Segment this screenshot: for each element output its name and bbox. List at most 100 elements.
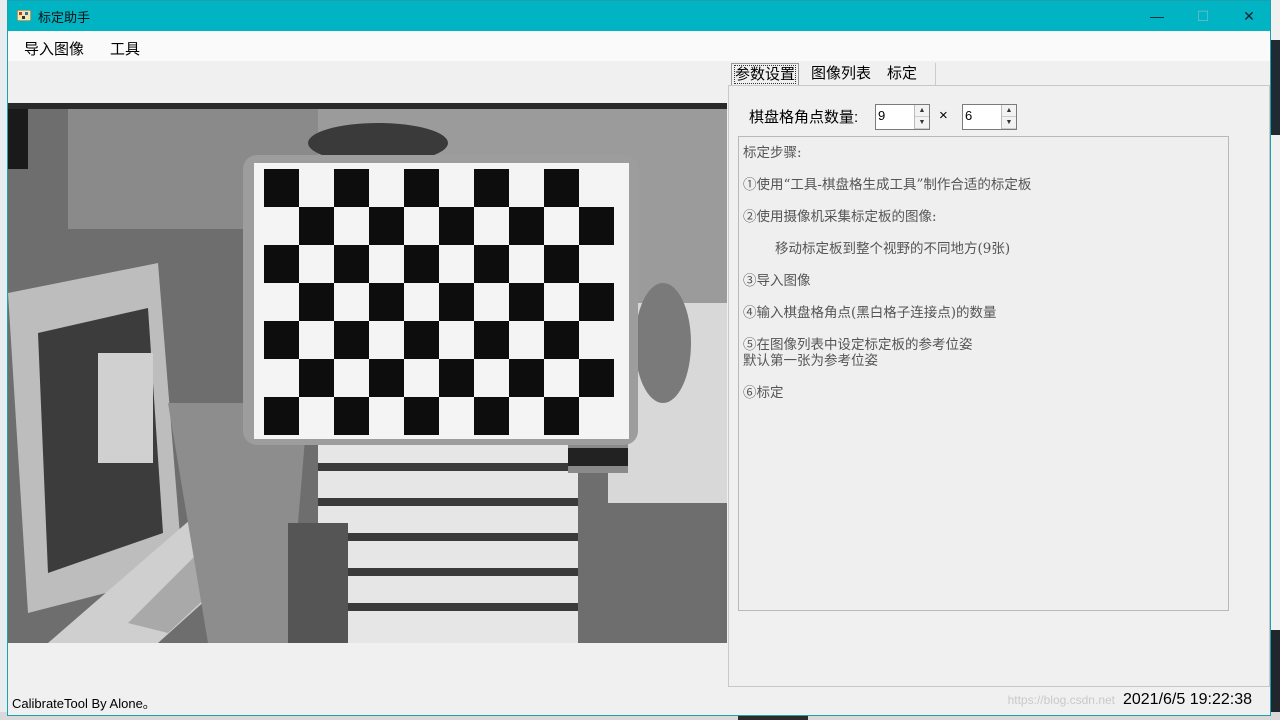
checker-square (264, 245, 299, 283)
tab-image-list[interactable]: 图像列表 (808, 63, 874, 85)
checker-square (404, 169, 439, 207)
checker-square (509, 283, 544, 321)
checker-square (299, 283, 334, 321)
checker-square (264, 207, 299, 245)
checker-square (474, 283, 509, 321)
checker-square (579, 283, 614, 321)
watermark: https://blog.csdn.net (1007, 693, 1115, 707)
tab-strip: 参数设置 图像列表 标定 (728, 63, 938, 85)
close-button[interactable]: ✕ (1226, 1, 1272, 31)
checker-square (334, 321, 369, 359)
step-2: ②使用摄像机采集标定板的图像: (743, 209, 937, 225)
spinner-arrows[interactable]: ▲ ▼ (914, 105, 929, 129)
title-bar[interactable]: 标定助手 — ☐ ✕ (8, 1, 1270, 31)
checker-square (474, 245, 509, 283)
checker-square (544, 207, 579, 245)
app-icon (17, 10, 31, 21)
image-viewer[interactable] (8, 103, 727, 643)
checker-square (264, 359, 299, 397)
checker-square (299, 169, 334, 207)
step-1: ①使用“工具-棋盘格生成工具”制作合适的标定板 (743, 177, 1032, 193)
minimize-button[interactable]: — (1134, 1, 1180, 31)
checker-square (474, 397, 509, 435)
desktop-right-edge (1271, 0, 1280, 720)
checker-square (404, 397, 439, 435)
checker-square (544, 359, 579, 397)
checker-square (439, 283, 474, 321)
step-3: ③导入图像 (743, 273, 811, 289)
checker-square (544, 397, 579, 435)
checker-square (404, 359, 439, 397)
checker-square (404, 283, 439, 321)
window-title: 标定助手 (38, 10, 91, 25)
maximize-button[interactable]: ☐ (1180, 1, 1226, 31)
right-panel: 参数设置 图像列表 标定 棋盘格角点数量: 9 ▲ ▼ × 6 ▲ ▼ 标定步骤… (728, 61, 1270, 687)
checker-square (579, 321, 614, 359)
checker-square (334, 207, 369, 245)
menu-bar: 导入图像 工具 (8, 31, 1270, 61)
checker-square (404, 245, 439, 283)
checker-square (579, 207, 614, 245)
checker-square (369, 321, 404, 359)
checker-square (509, 321, 544, 359)
checker-square (404, 207, 439, 245)
checker-square (299, 397, 334, 435)
step-2-detail: 移动标定板到整个视野的不同地方(9张) (775, 241, 1011, 257)
spin-up-icon[interactable]: ▲ (915, 105, 929, 117)
checker-square (474, 359, 509, 397)
checker-square (334, 169, 369, 207)
checker-square (334, 245, 369, 283)
app-window: 标定助手 — ☐ ✕ 导入图像 工具 参数设置 图像列表 标定 棋盘格角点数量:… (7, 0, 1271, 716)
checker-square (369, 359, 404, 397)
checker-square (474, 321, 509, 359)
checker-square (334, 283, 369, 321)
checker-square (264, 283, 299, 321)
checker-square (509, 207, 544, 245)
checker-square (474, 169, 509, 207)
desktop-dark-strip (1271, 40, 1280, 135)
checker-square (334, 359, 369, 397)
checker-square (369, 169, 404, 207)
checker-square (404, 321, 439, 359)
checker-square (334, 397, 369, 435)
checker-square (544, 321, 579, 359)
checker-square (579, 169, 614, 207)
checker-square (299, 207, 334, 245)
checker-square (439, 245, 474, 283)
spin-down-icon[interactable]: ▼ (915, 117, 929, 129)
spinner-arrows[interactable]: ▲ ▼ (1001, 105, 1016, 129)
menu-import-image[interactable]: 导入图像 (24, 38, 84, 59)
corner-rows-value: 6 (965, 108, 973, 123)
checker-square (544, 169, 579, 207)
corner-cols-spinner[interactable]: 9 ▲ ▼ (875, 104, 930, 130)
checker-square (579, 359, 614, 397)
checker-square (299, 321, 334, 359)
checker-square (509, 169, 544, 207)
checker-square (579, 245, 614, 283)
checker-square (509, 359, 544, 397)
desktop-left-edge (0, 0, 7, 720)
checker-square (264, 397, 299, 435)
tab-calibrate[interactable]: 标定 (884, 63, 936, 85)
checker-square (509, 397, 544, 435)
checker-square (369, 207, 404, 245)
steps-textbox[interactable]: 标定步骤: ①使用“工具-棋盘格生成工具”制作合适的标定板 ②使用摄像机采集标定… (738, 136, 1229, 611)
calibration-photo (8, 103, 727, 643)
checker-square (264, 321, 299, 359)
checker-square (439, 397, 474, 435)
checker-square (474, 207, 509, 245)
checker-square (264, 169, 299, 207)
corner-rows-spinner[interactable]: 6 ▲ ▼ (962, 104, 1017, 130)
checker-square (439, 169, 474, 207)
step-4: ④输入棋盘格角点(黑白格子连接点)的数量 (743, 305, 997, 321)
menu-tools[interactable]: 工具 (110, 38, 140, 59)
checker-square (544, 245, 579, 283)
spin-up-icon[interactable]: ▲ (1002, 105, 1016, 117)
status-datetime: 2021/6/5 19:22:38 (1122, 691, 1252, 708)
step-6: ⑥标定 (743, 385, 784, 401)
checker-square (299, 359, 334, 397)
tab-params[interactable]: 参数设置 (731, 63, 800, 85)
checker-square (579, 397, 614, 435)
spin-down-icon[interactable]: ▼ (1002, 117, 1016, 129)
desktop-dark-strip (1271, 630, 1280, 720)
